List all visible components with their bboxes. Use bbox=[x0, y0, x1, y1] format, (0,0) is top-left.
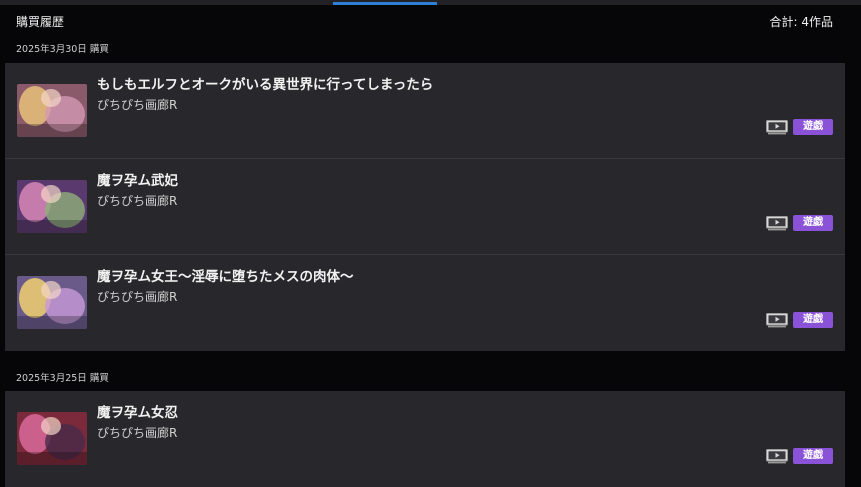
purchase-date: 2025年3月25日 購買 bbox=[16, 373, 109, 384]
play-button[interactable]: 遊戯 bbox=[793, 119, 833, 135]
purchase-date: 2025年3月30日 購買 bbox=[16, 44, 109, 55]
circle-name[interactable]: ぴちぴち画廊R bbox=[97, 424, 177, 441]
game-title[interactable]: もしもエルフとオークがいる異世界に行ってしまったら bbox=[97, 73, 433, 93]
game-thumbnail[interactable] bbox=[17, 84, 87, 137]
game-title[interactable]: 魔ヲ孕ム女王～淫辱に堕ちたメスの肉体～ bbox=[97, 265, 354, 285]
purchase-item[interactable]: 魔ヲ孕ム女忍 ぴちぴち画廊R 遊戯 bbox=[5, 391, 845, 487]
page-title: 購買履歴 bbox=[16, 15, 65, 29]
play-button[interactable]: 遊戯 bbox=[793, 215, 833, 231]
tv-icon bbox=[766, 120, 788, 135]
game-title[interactable]: 魔ヲ孕ム武妃 bbox=[97, 169, 178, 189]
purchase-group: もしもエルフとオークがいる異世界に行ってしまったら ぴちぴち画廊R 遊戯 魔ヲ孕… bbox=[5, 63, 845, 351]
tv-icon bbox=[766, 216, 788, 231]
tv-icon bbox=[766, 449, 788, 464]
purchase-group: 魔ヲ孕ム女忍 ぴちぴち画廊R 遊戯 bbox=[5, 391, 845, 487]
page-header: 購買履歴 合計: 4作品 bbox=[16, 13, 833, 31]
game-title[interactable]: 魔ヲ孕ム女忍 bbox=[97, 401, 178, 421]
game-thumbnail[interactable] bbox=[17, 180, 87, 233]
active-tab-indicator bbox=[333, 2, 437, 5]
total-count: 合計: 4作品 bbox=[769, 15, 834, 29]
circle-name[interactable]: ぴちぴち画廊R bbox=[97, 192, 177, 209]
tv-icon bbox=[766, 313, 788, 328]
play-button[interactable]: 遊戯 bbox=[793, 448, 833, 464]
game-thumbnail[interactable] bbox=[17, 276, 87, 329]
purchase-item[interactable]: 魔ヲ孕ム女王～淫辱に堕ちたメスの肉体～ ぴちぴち画廊R 遊戯 bbox=[5, 255, 845, 351]
game-thumbnail[interactable] bbox=[17, 412, 87, 465]
top-tab-bar bbox=[0, 0, 861, 5]
circle-name[interactable]: ぴちぴち画廊R bbox=[97, 96, 177, 113]
purchase-item[interactable]: 魔ヲ孕ム武妃 ぴちぴち画廊R 遊戯 bbox=[5, 159, 845, 255]
purchase-item[interactable]: もしもエルフとオークがいる異世界に行ってしまったら ぴちぴち画廊R 遊戯 bbox=[5, 63, 845, 159]
circle-name[interactable]: ぴちぴち画廊R bbox=[97, 288, 177, 305]
play-button[interactable]: 遊戯 bbox=[793, 312, 833, 328]
